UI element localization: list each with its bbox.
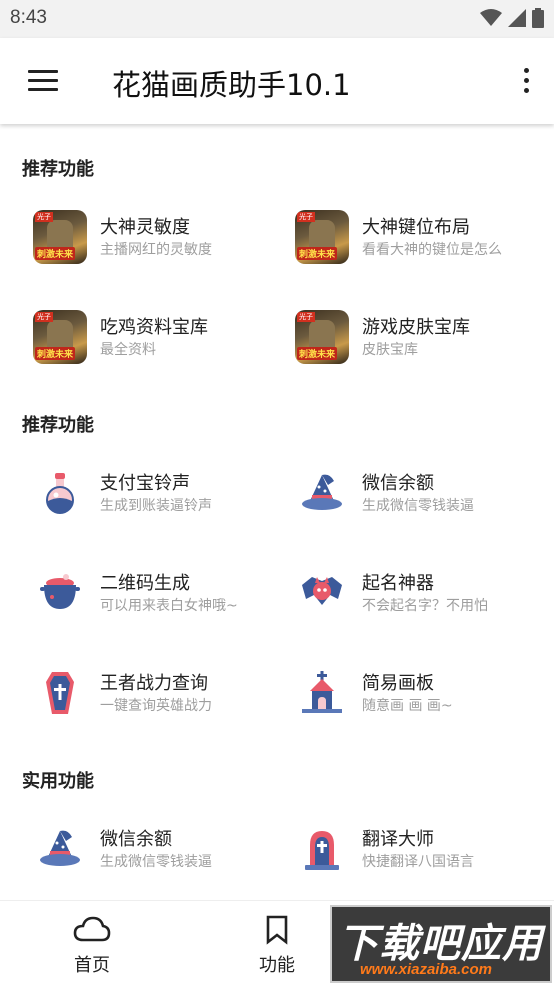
feature-label: 大神键位布局 <box>362 217 470 238</box>
game-thumbnail: 光子 刺激未来 <box>295 310 349 364</box>
feature-description: 生成到账装逼铃声 <box>100 498 212 514</box>
church-icon <box>295 666 349 720</box>
feature-label: 翻译大师 <box>362 829 434 850</box>
feature-item[interactable]: 起名神器 不会起名字？不用怕 <box>295 558 554 628</box>
witch-hat-icon <box>295 466 349 520</box>
watermark-logo: 下载吧应用 www.xiazaiba.com <box>330 905 552 983</box>
signal-icon <box>508 9 526 27</box>
game-thumbnail: 光子 刺激未来 <box>295 210 349 264</box>
app-bar: 花猫画质助手10.1 <box>0 38 554 124</box>
watermark-url: www.xiazaiba.com <box>360 961 492 978</box>
feature-item[interactable]: 王者战力查询 一键查询英雄战力 <box>33 658 295 728</box>
feature-label: 吃鸡资料宝库 <box>100 317 208 338</box>
feature-item[interactable]: 光子 刺激未来 大神键位布局 看看大神的键位是怎么 <box>295 202 554 272</box>
feature-description: 不会起名字？不用怕 <box>362 598 488 614</box>
feature-description: 主播网红的灵敏度 <box>100 242 212 258</box>
coffin-icon <box>33 666 87 720</box>
feature-item[interactable]: 微信余额 生成微信零钱装逼 <box>33 814 295 884</box>
battery-icon <box>532 8 544 28</box>
feature-description: 可以用来表白女神哦~ <box>100 598 238 614</box>
section-title: 推荐功能 <box>22 159 94 180</box>
overflow-menu-icon[interactable] <box>520 68 532 96</box>
feature-label: 二维码生成 <box>100 573 190 594</box>
wifi-icon <box>480 9 502 26</box>
feature-item[interactable]: 光子 刺激未来 吃鸡资料宝库 最全资料 <box>33 302 295 372</box>
feature-description: 生成微信零钱装逼 <box>100 854 212 870</box>
feature-label: 大神灵敏度 <box>100 217 190 238</box>
nav-tab-home[interactable]: 首页 <box>32 901 152 985</box>
bat-icon <box>295 566 349 620</box>
feature-description: 快捷翻译八国语言 <box>362 854 474 870</box>
feature-label: 简易画板 <box>362 673 434 694</box>
feature-item[interactable]: 简易画板 随意画 画 画~ <box>295 658 554 728</box>
feature-label: 微信余额 <box>362 473 434 494</box>
feature-item[interactable]: 光子 刺激未来 游戏皮肤宝库 皮肤宝库 <box>295 302 554 372</box>
feature-label: 游戏皮肤宝库 <box>362 317 470 338</box>
section-title: 实用功能 <box>22 771 94 792</box>
feature-item[interactable]: 翻译大师 快捷翻译八国语言 <box>295 814 554 884</box>
feature-description: 皮肤宝库 <box>362 342 418 358</box>
feature-item[interactable]: 光子 刺激未来 大神灵敏度 主播网红的灵敏度 <box>33 202 295 272</box>
bookmark-icon <box>266 915 288 945</box>
feature-item[interactable]: 支付宝铃声 生成到账装逼铃声 <box>33 458 295 528</box>
status-icons <box>480 8 544 28</box>
witch-hat-icon <box>33 822 87 876</box>
feature-item[interactable]: 微信余额 生成微信零钱装逼 <box>295 458 554 528</box>
feature-description: 看看大神的键位是怎么 <box>362 242 502 258</box>
feature-description: 随意画 画 画~ <box>362 698 453 714</box>
feature-description: 生成微信零钱装逼 <box>362 498 474 514</box>
feature-description: 一键查询英雄战力 <box>100 698 212 714</box>
nav-label: 功能 <box>259 955 295 976</box>
section-title: 推荐功能 <box>22 415 94 436</box>
game-thumbnail: 光子 刺激未来 <box>33 210 87 264</box>
feature-label: 支付宝铃声 <box>100 473 190 494</box>
status-time: 8:43 <box>10 7 47 28</box>
feature-label: 起名神器 <box>362 573 434 594</box>
feature-description: 最全资料 <box>100 342 156 358</box>
game-thumbnail: 光子 刺激未来 <box>33 310 87 364</box>
feature-label: 王者战力查询 <box>100 673 208 694</box>
potion-icon <box>33 466 87 520</box>
tombstone-icon <box>295 822 349 876</box>
cauldron-icon <box>33 566 87 620</box>
cloud-icon <box>73 916 111 942</box>
status-bar: 8:43 <box>0 0 554 38</box>
feature-label: 微信余额 <box>100 829 172 850</box>
feature-item[interactable]: 二维码生成 可以用来表白女神哦~ <box>33 558 295 628</box>
app-title: 花猫画质助手10.1 <box>112 68 351 102</box>
nav-tab-features[interactable]: 功能 <box>217 901 337 985</box>
nav-label: 首页 <box>74 955 110 976</box>
hamburger-menu-icon[interactable] <box>28 70 58 92</box>
content-area: 推荐功能 光子 刺激未来 大神灵敏度 主播网红的灵敏度 光子 刺激未来 大神键位布局… <box>0 124 554 900</box>
